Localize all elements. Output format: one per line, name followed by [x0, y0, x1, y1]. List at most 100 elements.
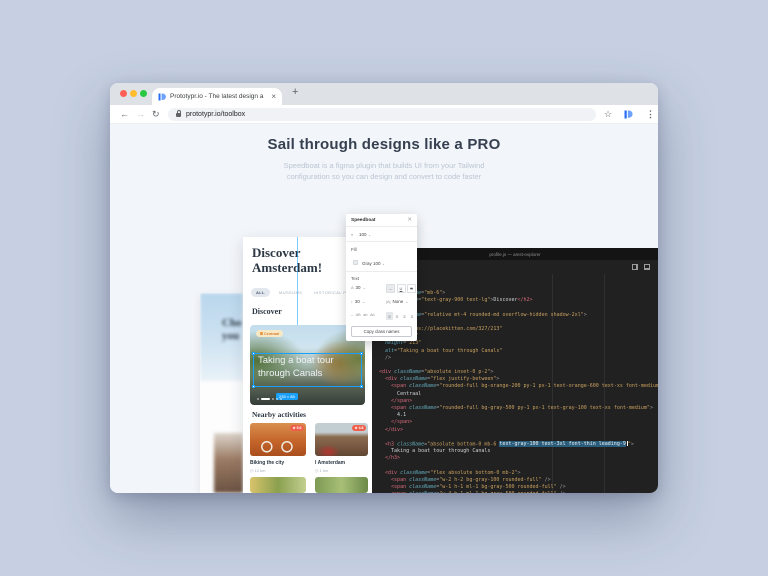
- code-line: <span className="rounded-full bg-orange-…: [379, 383, 658, 390]
- opacity-icon: ◐: [351, 232, 354, 237]
- filter-tab-museums[interactable]: MUSEUMS: [279, 290, 302, 295]
- copy-class-names-button[interactable]: Copy class names: [351, 326, 412, 337]
- card-title: Biking the city: [250, 460, 306, 466]
- split-editor-icon[interactable]: [632, 264, 638, 270]
- letter-spacing-dropdown[interactable]: |A| None ⌄: [386, 299, 409, 304]
- browser-tab[interactable]: Prototypr.io - The latest design a ×: [152, 88, 282, 105]
- code-line: alt="Taking a boat tour through Canals": [379, 348, 658, 355]
- clock-icon: ◷: [250, 468, 254, 473]
- code-line: <div className="flex justify-between">: [379, 376, 658, 383]
- chevron-down-icon: ⌄: [382, 261, 385, 266]
- close-window-button[interactable]: [120, 90, 127, 97]
- chevron-down-icon: ⌄: [363, 285, 366, 290]
- code-line: <span className="w-2 h-2 bg-gray-100 rou…: [379, 477, 658, 484]
- selection-handle[interactable]: [252, 352, 255, 355]
- case-title-button[interactable]: Ab: [370, 313, 375, 317]
- chevron-down-icon: ⌄: [405, 299, 408, 304]
- case-upper-button[interactable]: AB: [356, 313, 361, 317]
- code-line: </span>: [379, 398, 658, 405]
- filter-tab-all[interactable]: ALL: [251, 288, 270, 297]
- code-line: [379, 463, 658, 470]
- lock-icon: [176, 113, 181, 117]
- code-line: <span className="w-1 h-1 ml-1 bg-gray-50…: [379, 484, 658, 491]
- code-line: <div className="relative mt-4 rounded-md…: [379, 312, 658, 319]
- plugin-header: Speedboat ✕: [346, 214, 417, 227]
- discover-section-heading: Discover: [252, 307, 282, 316]
- back-icon[interactable]: ←: [120, 109, 129, 119]
- text-label: Text: [351, 276, 359, 281]
- blurred-heading-text: Cho you: [222, 317, 242, 343]
- figma-selection-box[interactable]: Taking a boat tour through Canals: [253, 353, 362, 387]
- align-justify-button[interactable]: ≡: [409, 312, 416, 320]
- code-line: </h3>: [379, 455, 658, 462]
- strikethrough-button[interactable]: S: [407, 284, 416, 293]
- close-tab-icon[interactable]: ×: [271, 93, 276, 101]
- url-text: prototypr.io/toolbox: [186, 111, 245, 118]
- new-tab-button[interactable]: +: [292, 86, 298, 98]
- nearby-card-biking[interactable]: ★ 5.0 Biking the city ◷ 12 km: [250, 423, 306, 473]
- browser-menu-icon[interactable]: ⋮: [646, 109, 655, 119]
- code-line: <span className="rounded-full bg-gray-50…: [379, 405, 658, 412]
- code-line: [379, 362, 658, 369]
- prototypr-extension-icon[interactable]: [624, 110, 633, 119]
- code-line: <div className="mb-6">: [379, 290, 658, 297]
- bookmark-star-icon[interactable]: ☆: [604, 109, 612, 119]
- code-line: height="213": [379, 340, 658, 347]
- fill-label: Fill: [351, 247, 357, 252]
- code-lines[interactable]: <div className="mb-6"><h2 className="tex…: [379, 290, 658, 493]
- align-right-button[interactable]: ≡: [401, 312, 408, 320]
- underline-button[interactable]: U: [397, 284, 406, 293]
- code-line: </span>: [379, 419, 658, 426]
- align-left-button[interactable]: ≡: [386, 312, 393, 320]
- prototypr-favicon-icon: [158, 93, 166, 101]
- address-bar[interactable]: prototypr.io/toolbox: [168, 108, 596, 121]
- selection-handle[interactable]: [252, 385, 255, 388]
- code-line: Centraal: [379, 391, 658, 398]
- design-heading-line2: Amsterdam!: [252, 260, 322, 276]
- code-line: </div>: [379, 427, 658, 434]
- code-line: <span className="w-4 h-1 ml-1 bg-gray-50…: [379, 491, 658, 493]
- code-line: [379, 304, 658, 311]
- selection-handle[interactable]: [360, 352, 363, 355]
- line-height-icon: ↕: [351, 300, 353, 304]
- font-size-dropdown[interactable]: A 30 ⌄: [351, 285, 366, 290]
- reload-icon[interactable]: ↻: [152, 109, 160, 119]
- text-case-group: – AB ab Ab: [351, 313, 375, 317]
- browser-toolbar: ← → ↻ prototypr.io/toolbox ☆ ⋮: [110, 105, 658, 124]
- blurred-previous-slide: Cho you: [200, 293, 243, 493]
- opacity-row[interactable]: ◐ 100 ⌄: [346, 227, 417, 242]
- nearby-card-amsterdam[interactable]: ★ 4.8 I Amsterdam ◷ 1 km: [315, 423, 368, 473]
- rating-badge: ★ 4.8: [352, 425, 366, 431]
- selection-handle[interactable]: [360, 385, 363, 388]
- page-content: Sail through designs like a PRO Speedboa…: [110, 124, 658, 493]
- minimize-window-button[interactable]: [130, 90, 137, 97]
- text-decoration-none-button[interactable]: –: [386, 284, 395, 293]
- code-line: src="https://placekitten.com/327/213": [379, 326, 658, 333]
- tab-strip: Prototypr.io - The latest design a × +: [110, 83, 658, 105]
- case-lower-button[interactable]: ab: [363, 313, 367, 317]
- case-none-button[interactable]: –: [351, 313, 353, 317]
- star-icon: ★: [293, 426, 296, 430]
- font-size-icon: A: [351, 286, 354, 290]
- letter-spacing-icon: |A|: [386, 300, 391, 304]
- clock-icon: ◷: [315, 468, 319, 473]
- plugin-title: Speedboat: [351, 218, 376, 223]
- code-line: width="327": [379, 333, 658, 340]
- bike-photo: ★ 5.0: [250, 423, 306, 456]
- fill-value-dropdown[interactable]: Gray 100 ⌄: [346, 256, 417, 271]
- line-height-dropdown[interactable]: ↕ 30 ⌄: [351, 299, 365, 304]
- divider: [346, 271, 417, 272]
- design-heading-line1: Discover: [252, 245, 300, 261]
- photo-caption: Taking a boat tour through Canals: [258, 355, 334, 380]
- next-row-image: [315, 477, 368, 493]
- forward-icon[interactable]: →: [136, 109, 145, 119]
- align-center-button[interactable]: ≡: [394, 312, 401, 320]
- maximize-window-button[interactable]: [140, 90, 147, 97]
- layout-panel-icon[interactable]: [644, 264, 650, 270]
- code-line: <div className="absolute inset-0 p-2">: [379, 369, 658, 376]
- code-line: <h2 className="text-gray-900 text-lg">Di…: [379, 297, 658, 304]
- chevron-down-icon: ⌄: [362, 299, 365, 304]
- code-line: Taking a boat tour through Canals: [379, 448, 658, 455]
- plugin-close-icon[interactable]: ✕: [407, 217, 412, 223]
- carousel-dots[interactable]: [257, 398, 282, 401]
